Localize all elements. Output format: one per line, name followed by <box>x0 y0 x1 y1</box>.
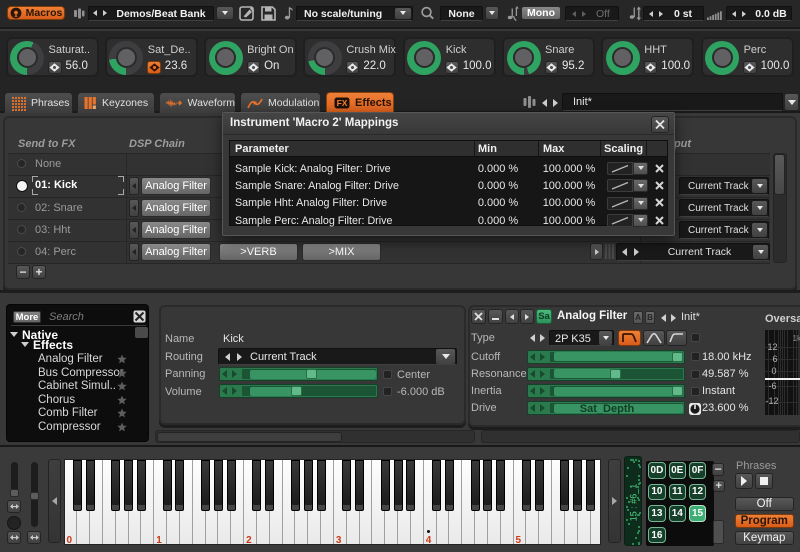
svg-text:FX: FX <box>337 98 348 108</box>
